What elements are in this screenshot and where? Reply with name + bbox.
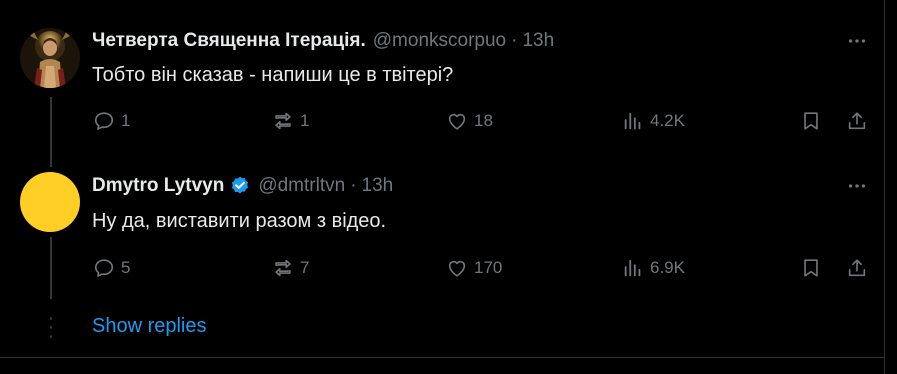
repost-icon bbox=[275, 112, 291, 130]
views-button[interactable]: 6.9K bbox=[622, 257, 685, 279]
thread-connector-line bbox=[50, 97, 52, 167]
monk-portrait-avatar-icon bbox=[20, 28, 80, 88]
repost-button[interactable]: 1 bbox=[272, 110, 309, 132]
bookmark-icon bbox=[804, 259, 818, 277]
more-icon bbox=[848, 39, 866, 43]
more-icon bbox=[848, 184, 866, 188]
like-count: 170 bbox=[474, 258, 503, 277]
more-options-button[interactable] bbox=[846, 175, 868, 197]
reply-count: 1 bbox=[121, 111, 131, 130]
user-avatar[interactable] bbox=[20, 28, 80, 88]
reply-button[interactable]: 5 bbox=[93, 257, 130, 279]
bookmark-icon bbox=[804, 112, 818, 130]
more-options-button[interactable] bbox=[846, 30, 868, 52]
share-button[interactable] bbox=[846, 110, 868, 132]
views-icon bbox=[624, 259, 641, 277]
views-count: 4.2K bbox=[650, 111, 685, 130]
timeline-right-border bbox=[884, 0, 885, 374]
like-count: 18 bbox=[474, 111, 493, 130]
views-button[interactable]: 4.2K bbox=[622, 110, 685, 132]
reply-count: 5 bbox=[121, 258, 131, 277]
timeline-bottom-border bbox=[0, 357, 884, 358]
repost-button[interactable]: 7 bbox=[272, 257, 309, 279]
author-name[interactable]: Dmytro Lytvyn bbox=[92, 175, 224, 197]
author-handle[interactable]: @dmtrltvn bbox=[258, 175, 345, 197]
thread-ellipsis-dot bbox=[50, 317, 52, 320]
tweet-header: Четверта Священна Ітерація. @monkscorpuo… bbox=[92, 29, 554, 53]
repost-icon bbox=[275, 259, 291, 277]
tweet-text: Тобто він сказав - напиши це в твітері? bbox=[92, 64, 454, 86]
bookmark-button[interactable] bbox=[800, 110, 822, 132]
share-icon bbox=[848, 112, 866, 130]
user-avatar[interactable] bbox=[20, 172, 80, 232]
thread-ellipsis-dot bbox=[50, 326, 52, 329]
reply-icon bbox=[94, 112, 114, 130]
like-button[interactable]: 18 bbox=[446, 110, 493, 132]
author-handle[interactable]: @monkscorpuo bbox=[373, 30, 506, 52]
verified-badge-icon bbox=[229, 175, 251, 197]
like-icon bbox=[448, 113, 466, 130]
show-replies-link[interactable]: Show replies bbox=[92, 315, 207, 338]
reply-icon bbox=[94, 259, 114, 277]
share-icon bbox=[848, 259, 866, 277]
views-count: 6.9K bbox=[650, 258, 685, 277]
share-button[interactable] bbox=[846, 257, 868, 279]
bookmark-button[interactable] bbox=[800, 257, 822, 279]
author-name[interactable]: Четверта Священна Ітерація. bbox=[92, 30, 366, 52]
separator-dot: · bbox=[350, 175, 357, 196]
like-button[interactable]: 170 bbox=[446, 257, 502, 279]
thread-connector-line bbox=[50, 237, 52, 299]
repost-count: 1 bbox=[300, 111, 310, 130]
separator-dot: · bbox=[511, 30, 518, 51]
tweet-timestamp[interactable]: 13h bbox=[522, 30, 554, 52]
tweet-text: Ну да, виставити разом з відео. bbox=[92, 210, 387, 232]
like-icon bbox=[448, 260, 466, 277]
views-icon bbox=[624, 112, 641, 130]
thread-ellipsis-dot bbox=[50, 335, 52, 338]
repost-count: 7 bbox=[300, 258, 310, 277]
tweet-header: Dmytro Lytvyn @dmtrltvn · 13h bbox=[92, 174, 393, 198]
tweet-timestamp[interactable]: 13h bbox=[362, 175, 394, 197]
reply-button[interactable]: 1 bbox=[93, 110, 130, 132]
